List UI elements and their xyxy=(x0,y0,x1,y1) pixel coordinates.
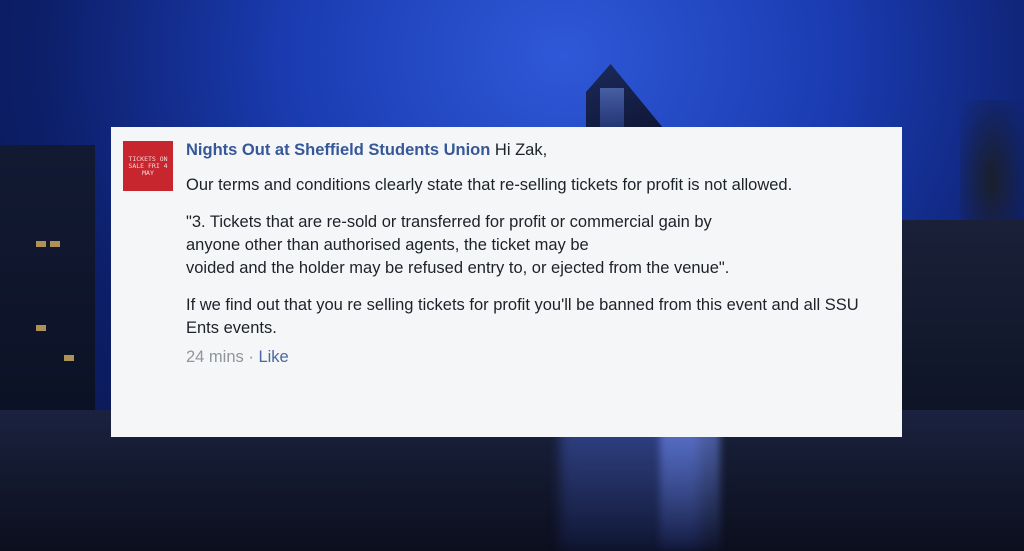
right-building xyxy=(900,220,1024,420)
comment-author-link[interactable]: Nights Out at Sheffield Students Union xyxy=(186,141,490,159)
comment-meta: 24 mins · Like xyxy=(186,346,866,369)
tower-glass xyxy=(600,88,624,128)
comment-header: Nights Out at Sheffield Students Union H… xyxy=(186,139,866,162)
facebook-comment-card: TICKETS ON SALE FRI 4 MAY Nights Out at … xyxy=(111,127,902,437)
quote-line-2: anyone other than authorised agents, the… xyxy=(186,236,589,254)
meta-separator: · xyxy=(248,348,254,366)
comment-paragraph-terms: Our terms and conditions clearly state t… xyxy=(186,176,793,194)
quote-line-1: "3. Tickets that are re-sold or transfer… xyxy=(186,213,712,231)
avatar-logo-text: TICKETS ON SALE FRI 4 MAY xyxy=(128,154,168,177)
like-link[interactable]: Like xyxy=(258,348,288,366)
page-avatar[interactable]: TICKETS ON SALE FRI 4 MAY xyxy=(123,141,173,191)
light-reflection-2 xyxy=(660,430,720,551)
left-building xyxy=(0,145,95,445)
comment-paragraph-ban: If we find out that you re selling ticke… xyxy=(186,296,859,337)
comment-greeting: Hi Zak, xyxy=(494,141,548,159)
comment-quote: "3. Tickets that are re-sold or transfer… xyxy=(186,211,866,280)
quote-line-3: voided and the holder may be refused ent… xyxy=(186,259,730,277)
comment-body: Nights Out at Sheffield Students Union H… xyxy=(186,139,866,369)
comment-timestamp[interactable]: 24 mins xyxy=(186,348,244,366)
